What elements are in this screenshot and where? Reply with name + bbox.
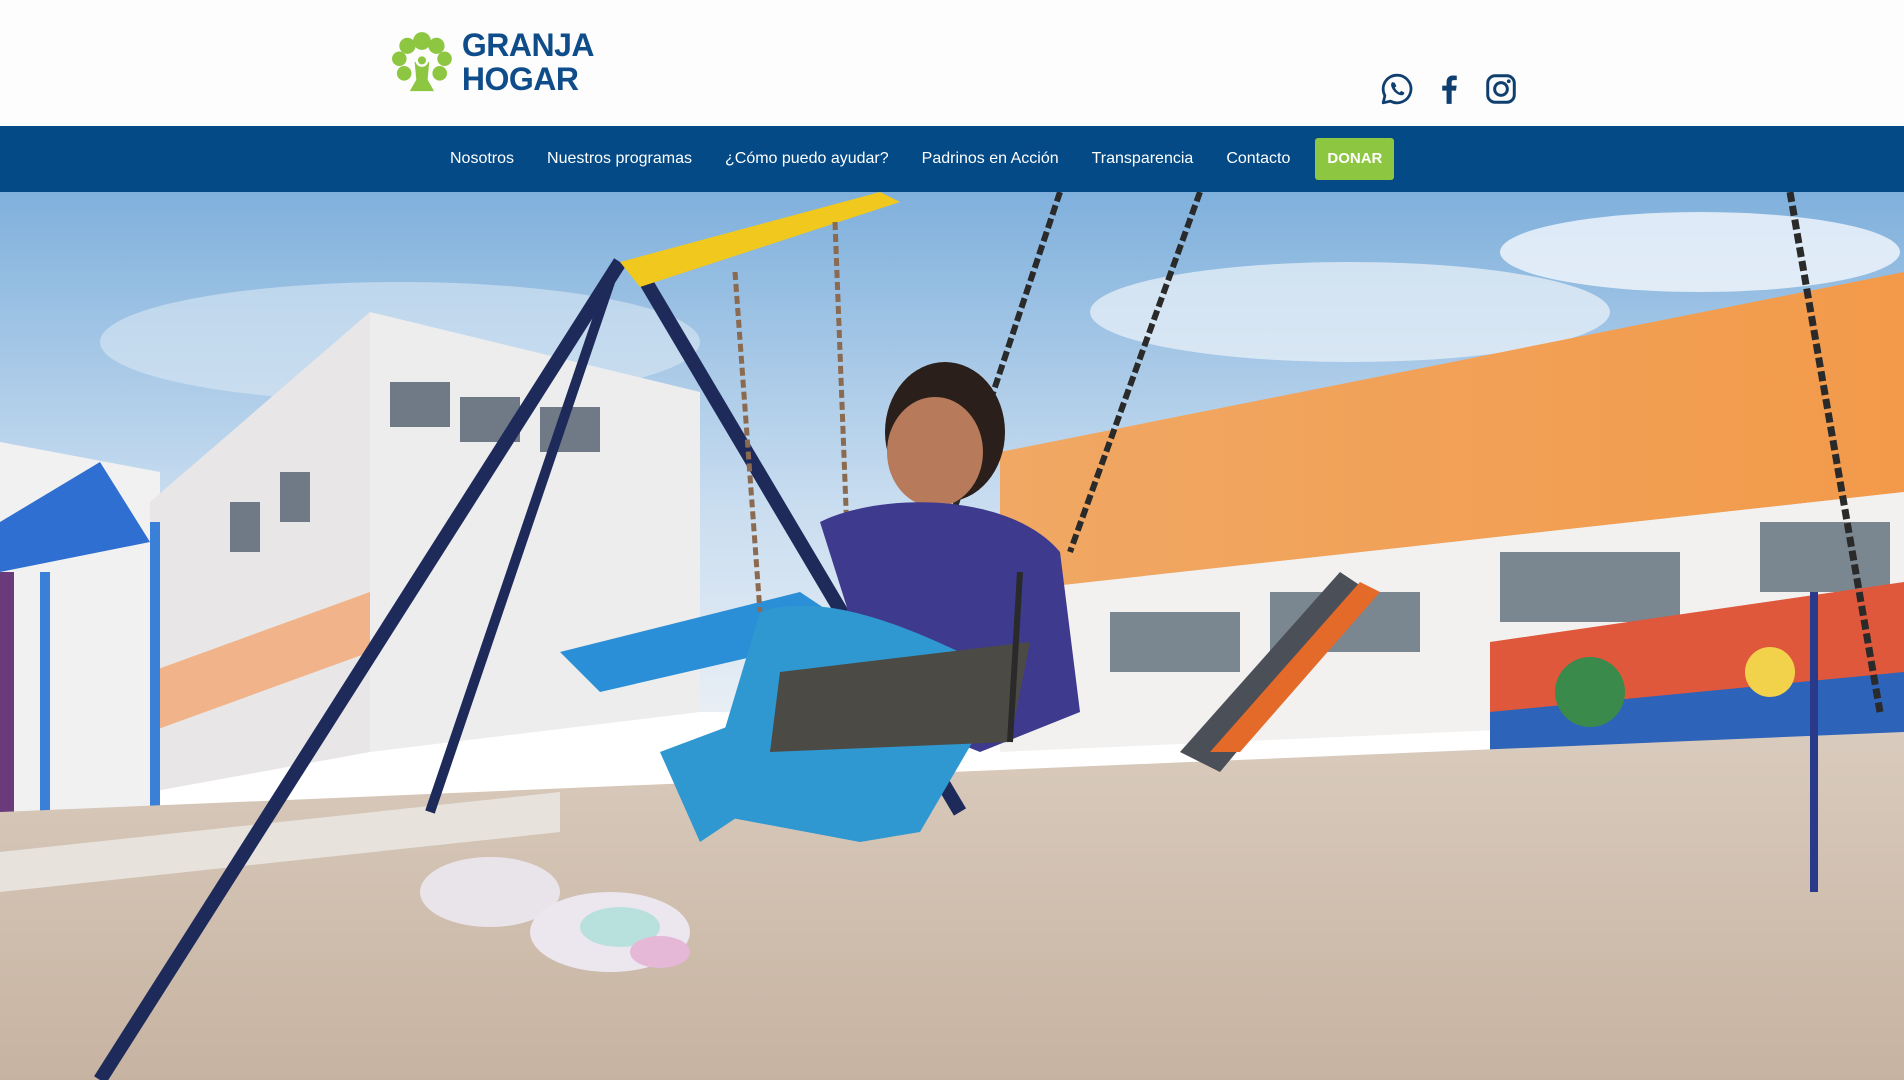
nav-item-transparencia[interactable]: Transparencia bbox=[1092, 150, 1194, 168]
nav-item-padrinos-en-accion[interactable]: Padrinos en Acción bbox=[922, 150, 1059, 168]
main-navigation: Nosotros Nuestros programas ¿Cómo puedo … bbox=[0, 126, 1904, 192]
tree-logo-icon bbox=[392, 32, 452, 92]
nav-item-nuestros-programas[interactable]: Nuestros programas bbox=[547, 150, 692, 168]
social-links bbox=[1378, 70, 1520, 108]
playground-hero-image bbox=[0, 192, 1904, 1080]
hero-banner bbox=[0, 192, 1904, 1080]
nav-item-contacto[interactable]: Contacto bbox=[1226, 150, 1290, 168]
donate-button[interactable]: DONAR bbox=[1315, 138, 1395, 180]
facebook-icon[interactable] bbox=[1430, 70, 1468, 108]
brand-name-line2: HOGAR bbox=[461, 61, 579, 97]
nav-item-nosotros[interactable]: Nosotros bbox=[450, 150, 514, 168]
site-header: GRANJA HOGAR bbox=[0, 0, 1904, 126]
instagram-icon[interactable] bbox=[1482, 70, 1520, 108]
brand-name-line1: GRANJA bbox=[461, 27, 595, 63]
granja-hogar-logo[interactable]: GRANJA HOGAR bbox=[388, 20, 595, 104]
whatsapp-icon[interactable] bbox=[1378, 70, 1416, 108]
nav-item-como-puedo-ayudar[interactable]: ¿Cómo puedo ayudar? bbox=[725, 150, 889, 168]
